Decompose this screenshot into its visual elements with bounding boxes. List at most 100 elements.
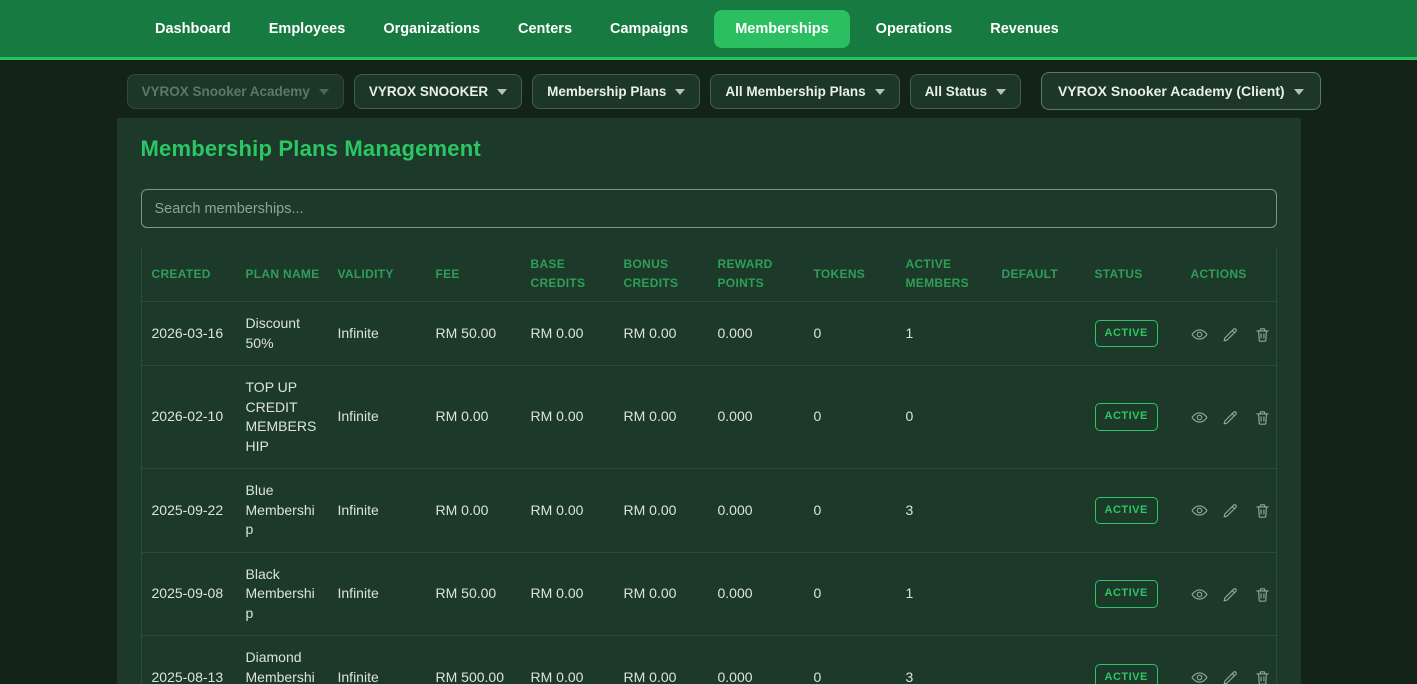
- pencil-icon[interactable]: [1222, 586, 1239, 603]
- top-navbar: Dashboard Employees Organizations Centers Ca…: [0, 0, 1417, 60]
- nav-item-employees[interactable]: Employees: [257, 11, 358, 47]
- pencil-icon[interactable]: [1222, 409, 1239, 426]
- status-badge: ACTIVE: [1095, 664, 1158, 684]
- pencil-icon[interactable]: [1222, 502, 1239, 519]
- module-selector[interactable]: Membership Plans: [532, 74, 700, 109]
- reward-points-cell: 0.000: [710, 469, 806, 553]
- eye-icon[interactable]: [1191, 326, 1208, 343]
- trash-icon[interactable]: [1254, 409, 1271, 426]
- bonus-credits-cell: RM 0.00: [616, 366, 710, 469]
- fee-cell: RM 0.00: [428, 366, 523, 469]
- default-cell: [994, 636, 1087, 684]
- membership-plans-table: CREATED PLAN NAME VALIDITY FEE BASE CRED…: [141, 247, 1277, 684]
- brand-selector[interactable]: VYROX SNOOKER: [354, 74, 522, 109]
- eye-icon[interactable]: [1191, 586, 1208, 603]
- actions-cell: [1183, 636, 1278, 684]
- nav-item-centers[interactable]: Centers: [506, 11, 584, 47]
- validity-cell: Infinite: [330, 302, 428, 366]
- plan-filter-selector[interactable]: All Membership Plans: [710, 74, 899, 109]
- table-row: 2025-08-13 Diamond Membership Infinite R…: [142, 636, 1278, 684]
- tokens-cell: 0: [806, 302, 898, 366]
- status-cell: ACTIVE: [1087, 552, 1183, 636]
- nav-items: Dashboard Employees Organizations Centers Ca…: [143, 10, 1071, 48]
- column-header-bonus-credits: BONUS CREDITS: [616, 247, 710, 302]
- reward-points-cell: 0.000: [710, 302, 806, 366]
- eye-icon[interactable]: [1191, 409, 1208, 426]
- plan-name-cell: Blue Membership: [238, 469, 330, 553]
- organization-selector: VYROX Snooker Academy: [127, 74, 344, 109]
- nav-item-campaigns[interactable]: Campaigns: [598, 11, 700, 47]
- default-cell: [994, 366, 1087, 469]
- search-input[interactable]: [141, 189, 1277, 228]
- plan-name-cell: Discount 50%: [238, 302, 330, 366]
- nav-item-memberships[interactable]: Memberships: [714, 10, 849, 48]
- trash-icon[interactable]: [1254, 326, 1271, 343]
- actions-cell: [1183, 552, 1278, 636]
- chevron-down-icon: [1294, 89, 1304, 95]
- trash-icon[interactable]: [1254, 669, 1271, 684]
- active-members-cell: 3: [898, 469, 994, 553]
- created-cell: 2026-03-16: [142, 302, 238, 366]
- created-cell: 2025-09-22: [142, 469, 238, 553]
- nav-item-organizations[interactable]: Organizations: [371, 11, 492, 47]
- client-selector[interactable]: VYROX Snooker Academy (Client): [1041, 72, 1321, 110]
- table-row: 2025-09-22 Blue Membership Infinite RM 0…: [142, 469, 1278, 553]
- chevron-down-icon: [497, 89, 507, 95]
- eye-icon[interactable]: [1191, 502, 1208, 519]
- tokens-cell: 0: [806, 552, 898, 636]
- trash-icon[interactable]: [1254, 502, 1271, 519]
- column-header-status: STATUS: [1087, 247, 1183, 302]
- chevron-down-icon: [875, 89, 885, 95]
- reward-points-cell: 0.000: [710, 366, 806, 469]
- fee-cell: RM 50.00: [428, 552, 523, 636]
- pencil-icon[interactable]: [1222, 669, 1239, 684]
- status-cell: ACTIVE: [1087, 636, 1183, 684]
- status-cell: ACTIVE: [1087, 366, 1183, 469]
- active-members-cell: 3: [898, 636, 994, 684]
- active-members-cell: 1: [898, 552, 994, 636]
- status-filter-selector[interactable]: All Status: [910, 74, 1021, 109]
- filter-bar: VYROX Snooker Academy VYROX SNOOKER Memb…: [117, 60, 1301, 118]
- validity-cell: Infinite: [330, 636, 428, 684]
- active-members-cell: 0: [898, 366, 994, 469]
- nav-item-revenues[interactable]: Revenues: [978, 11, 1071, 47]
- created-cell: 2026-02-10: [142, 366, 238, 469]
- plan-name-cell: TOP UP CREDIT MEMBERSHIP: [238, 366, 330, 469]
- nav-item-operations[interactable]: Operations: [864, 11, 965, 47]
- module-selector-label: Membership Plans: [547, 84, 666, 99]
- status-cell: ACTIVE: [1087, 469, 1183, 553]
- fee-cell: RM 500.00: [428, 636, 523, 684]
- table-row: 2025-09-08 Black Membership Infinite RM …: [142, 552, 1278, 636]
- status-cell: ACTIVE: [1087, 302, 1183, 366]
- validity-cell: Infinite: [330, 366, 428, 469]
- pencil-icon[interactable]: [1222, 326, 1239, 343]
- default-cell: [994, 552, 1087, 636]
- trash-icon[interactable]: [1254, 586, 1271, 603]
- actions-cell: [1183, 302, 1278, 366]
- actions-cell: [1183, 469, 1278, 553]
- plan-name-cell: Diamond Membership: [238, 636, 330, 684]
- base-credits-cell: RM 0.00: [523, 636, 616, 684]
- reward-points-cell: 0.000: [710, 636, 806, 684]
- page-title: Membership Plans Management: [141, 136, 1277, 162]
- status-badge: ACTIVE: [1095, 497, 1158, 525]
- nav-item-dashboard[interactable]: Dashboard: [143, 11, 243, 47]
- column-header-fee: FEE: [428, 247, 523, 302]
- base-credits-cell: RM 0.00: [523, 302, 616, 366]
- column-header-active-members: ACTIVE MEMBERS: [898, 247, 994, 302]
- active-members-cell: 1: [898, 302, 994, 366]
- status-badge: ACTIVE: [1095, 580, 1158, 608]
- bonus-credits-cell: RM 0.00: [616, 552, 710, 636]
- chevron-down-icon: [319, 89, 329, 95]
- status-badge: ACTIVE: [1095, 320, 1158, 348]
- status-filter-label: All Status: [925, 84, 987, 99]
- column-header-tokens: TOKENS: [806, 247, 898, 302]
- chevron-down-icon: [996, 89, 1006, 95]
- column-header-validity: VALIDITY: [330, 247, 428, 302]
- table-header-row: CREATED PLAN NAME VALIDITY FEE BASE CRED…: [142, 247, 1278, 302]
- column-header-base-credits: BASE CREDITS: [523, 247, 616, 302]
- chevron-down-icon: [675, 89, 685, 95]
- plan-filter-label: All Membership Plans: [725, 84, 865, 99]
- eye-icon[interactable]: [1191, 669, 1208, 684]
- column-header-actions: ACTIONS: [1183, 247, 1278, 302]
